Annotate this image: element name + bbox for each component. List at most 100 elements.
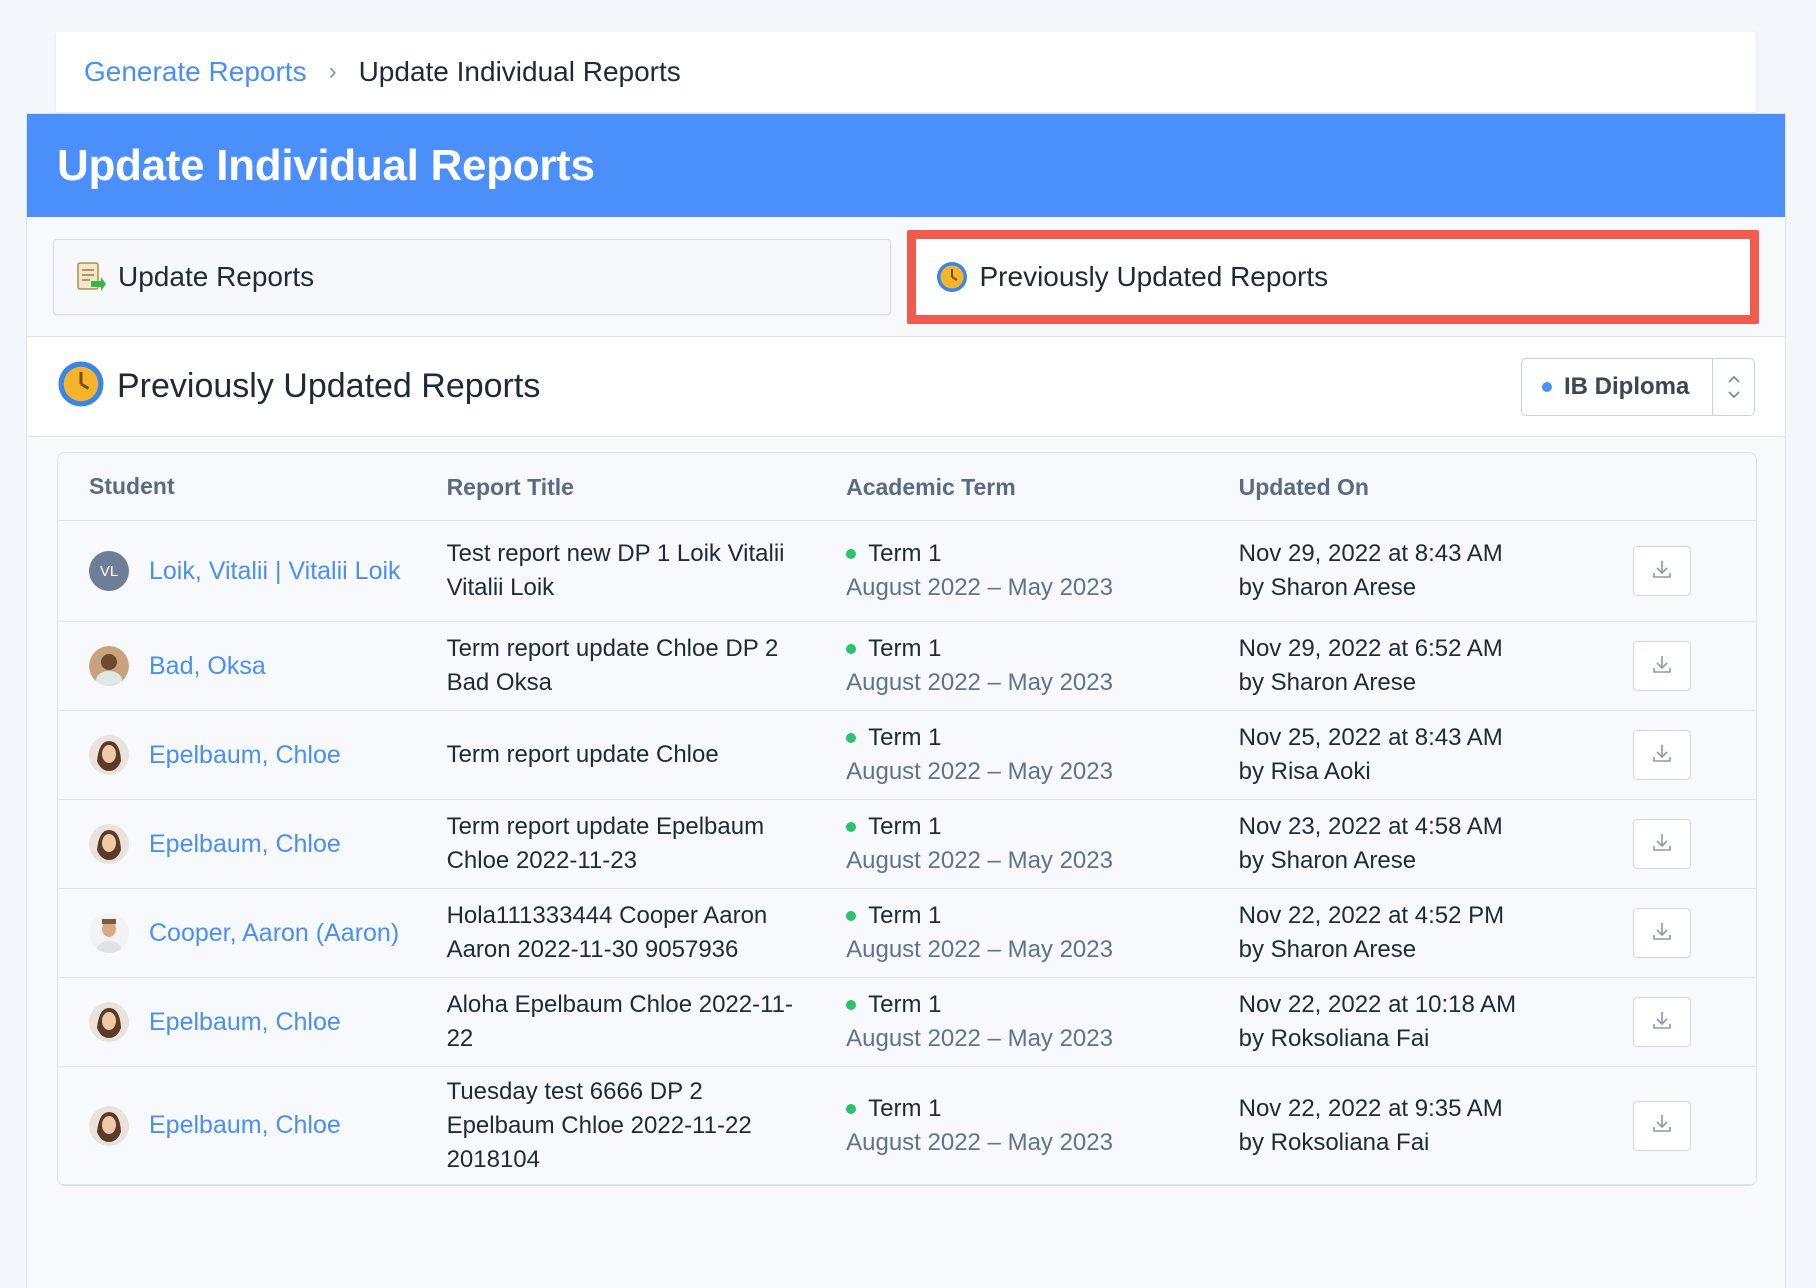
report-title-line: Test report new DP 1 Loik Vitalii [446, 540, 785, 567]
select-arrows-icon [1712, 358, 1754, 415]
update-reports-panel: Update Individual Reports Update Reports [26, 113, 1786, 1288]
page-title: Update Individual Reports [57, 140, 595, 190]
student-link[interactable]: Epelbaum, Chloe [149, 1111, 341, 1140]
cell-academic-term: Term 1 August 2022 – May 2023 [846, 721, 1239, 789]
cell-student: Epelbaum, Chloe [58, 1105, 447, 1146]
cell-updated-on: Nov 29, 2022 at 6:52 AM by Sharon Arese [1239, 632, 1634, 700]
cell-action [1633, 730, 1756, 780]
download-button[interactable] [1633, 819, 1692, 869]
download-icon [1651, 558, 1673, 585]
download-icon [1651, 653, 1673, 680]
term-range: August 2022 – May 2023 [846, 669, 1113, 696]
header-student[interactable]: Student [58, 473, 447, 500]
term-range: August 2022 – May 2023 [846, 936, 1113, 963]
download-icon [1651, 1009, 1673, 1036]
updated-date: Nov 29, 2022 at 8:43 AM [1238, 540, 1503, 567]
report-title-line: Term report update Epelbaum [446, 813, 765, 840]
cell-student: Epelbaum, Chloe [58, 1002, 447, 1042]
cell-report-title: Term report update Chloe DP 2 Bad Oksa [447, 632, 847, 700]
cell-updated-on: Nov 22, 2022 at 10:18 AM by Roksoliana Fa… [1239, 988, 1634, 1056]
cell-action [1633, 546, 1756, 596]
cell-report-title: Term report update Epelbaum Chloe 2022-11… [447, 810, 847, 878]
tab-update-reports[interactable]: Update Reports [53, 238, 891, 315]
term-label: Term 1 [868, 1094, 942, 1122]
section-header: Previously Updated Reports IB Diploma [27, 337, 1785, 437]
student-link[interactable]: Cooper, Aaron (Aaron) [149, 919, 399, 948]
student-link[interactable]: Loik, Vitalii | Vitalii Loik [149, 557, 401, 586]
report-title-line: Epelbaum Chloe 2022-11-22 [446, 1111, 752, 1139]
updated-by: by Roksoliana Fai [1238, 1128, 1430, 1156]
report-title-line: Bad Oksa [446, 669, 552, 696]
breadcrumb-current: Update Individual Reports [358, 56, 681, 87]
term-label: Term 1 [868, 540, 942, 567]
report-title-line: Aaron 2022-11-30 9057936 [446, 936, 739, 963]
table-row: VL Loik, Vitalii | Vitalii Loik Test repor… [58, 521, 1756, 622]
cell-updated-on: Nov 23, 2022 at 4:58 AM by Sharon Arese [1239, 810, 1634, 878]
updated-by: by Sharon Arese [1238, 847, 1417, 874]
student-link[interactable]: Epelbaum, Chloe [149, 741, 341, 770]
table-row: Epelbaum, Chloe Term report update Chloe T… [58, 711, 1756, 800]
table-header: Student Report Title Academic Term Updat… [58, 453, 1756, 521]
cell-report-title: Tuesday test 6666 DP 2 Epelbaum Chloe 202… [447, 1075, 847, 1177]
download-button[interactable] [1633, 546, 1692, 596]
term-status-dot [846, 911, 857, 921]
term-status-dot [846, 1103, 857, 1114]
table-row: Epelbaum, Chloe Term report update Epelba… [58, 800, 1756, 889]
term-status-dot [846, 822, 857, 832]
breadcrumb-generate-reports-link[interactable]: Generate Reports [84, 56, 307, 88]
breadcrumb-separator: › [328, 58, 337, 85]
cell-action [1633, 819, 1756, 869]
tab-bar: Update Reports Previously Updated Report… [27, 217, 1785, 337]
program-select[interactable]: IB Diploma [1521, 357, 1755, 416]
term-name: Term 1 [846, 632, 1239, 666]
header-updated-on[interactable]: Updated On [1239, 470, 1634, 504]
tab-previously-updated-reports[interactable]: Previously Updated Reports [906, 229, 1759, 324]
term-name: Term 1 [846, 721, 1239, 755]
student-link[interactable]: Epelbaum, Chloe [149, 830, 341, 859]
cell-academic-term: Term 1 August 2022 – May 2023 [846, 810, 1239, 878]
download-button[interactable] [1633, 730, 1692, 780]
term-label: Term 1 [868, 813, 942, 840]
updated-date: Nov 23, 2022 at 4:58 AM [1238, 813, 1503, 840]
report-title-line: Chloe 2022-11-23 [446, 847, 637, 874]
header-report-title[interactable]: Report Title [447, 470, 847, 504]
term-range: August 2022 – May 2023 [846, 1025, 1113, 1052]
table-body: VL Loik, Vitalii | Vitalii Loik Test repor… [58, 521, 1756, 1185]
download-button[interactable] [1633, 908, 1692, 958]
term-name: Term 1 [846, 899, 1239, 933]
updated-by: by Sharon Arese [1238, 574, 1417, 601]
cell-academic-term: Term 1 August 2022 – May 2023 [846, 537, 1239, 605]
download-icon [1651, 742, 1673, 769]
report-title-line: Term report update Chloe [446, 741, 719, 768]
term-status-dot [846, 644, 857, 654]
cell-report-title: Term report update Chloe [447, 738, 847, 772]
term-label: Term 1 [868, 991, 942, 1018]
report-edit-icon [74, 261, 106, 293]
term-name: Term 1 [846, 988, 1239, 1022]
cell-academic-term: Term 1 August 2022 – May 2023 [846, 899, 1239, 967]
cell-updated-on: Nov 29, 2022 at 8:43 AM by Sharon Arese [1239, 537, 1634, 605]
term-range: August 2022 – May 2023 [846, 758, 1113, 785]
student-link[interactable]: Epelbaum, Chloe [149, 1008, 341, 1037]
term-label: Term 1 [868, 635, 942, 662]
term-name: Term 1 [846, 1092, 1239, 1126]
term-status-dot [846, 549, 857, 559]
download-button[interactable] [1633, 641, 1692, 691]
term-status-dot [846, 1000, 857, 1010]
report-title-line: Aloha Epelbaum Chloe 2022-11- [446, 991, 794, 1018]
student-link[interactable]: Bad, Oksa [149, 652, 266, 681]
header-academic-term[interactable]: Academic Term [846, 470, 1239, 504]
table-row: Epelbaum, Chloe Aloha Epelbaum Chloe 2022… [58, 978, 1756, 1067]
updated-date: Nov 25, 2022 at 8:43 AM [1238, 724, 1503, 751]
cell-action [1633, 1100, 1756, 1151]
download-button[interactable] [1633, 997, 1692, 1047]
report-title-line: Term report update Chloe DP 2 [446, 635, 779, 662]
term-name: Term 1 [846, 537, 1239, 571]
tab-update-reports-label: Update Reports [118, 260, 315, 292]
program-select-value: IB Diploma [1564, 372, 1690, 400]
updated-by: by Risa Aoki [1238, 758, 1371, 785]
updated-by: by Sharon Arese [1238, 669, 1417, 696]
download-button[interactable] [1633, 1100, 1692, 1151]
term-label: Term 1 [868, 902, 942, 929]
cell-updated-on: Nov 25, 2022 at 8:43 AM by Risa Aoki [1239, 721, 1634, 789]
